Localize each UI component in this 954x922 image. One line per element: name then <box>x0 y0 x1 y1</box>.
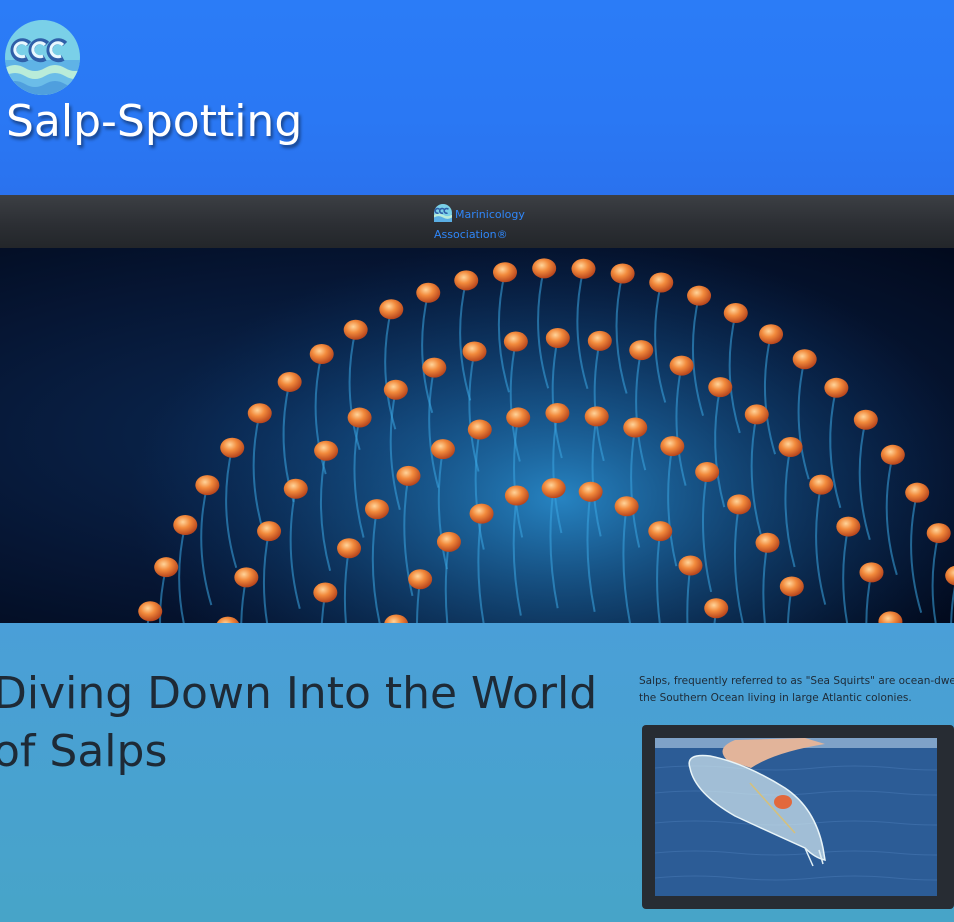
salp-gut-nucleus <box>545 403 570 424</box>
salp-gut-nucleus <box>383 379 408 400</box>
salp-gut-nucleus <box>695 461 720 482</box>
salp-gut-nucleus <box>436 531 461 552</box>
salp-gut-nucleus <box>532 258 557 279</box>
navbar-brand-link[interactable]: Marinicology Association® <box>434 204 554 245</box>
salp-gut-nucleus <box>379 299 404 320</box>
salp-gut-nucleus <box>313 582 338 603</box>
navbar: Marinicology Association® <box>0 195 954 248</box>
salp-gut-nucleus <box>859 562 884 583</box>
salp-gut-nucleus <box>247 403 272 424</box>
salp-gut-nucleus <box>283 478 308 499</box>
salp-gut-nucleus <box>809 474 834 495</box>
main-content: Diving Down Into the World of Salps Salp… <box>0 623 954 922</box>
salp-chain-photo <box>130 248 954 623</box>
salp-gut-nucleus <box>669 355 694 376</box>
salp-gut-nucleus <box>195 475 220 496</box>
salp-gut-nucleus <box>364 499 389 520</box>
salp-gut-nucleus <box>220 437 245 458</box>
salp-gut-nucleus <box>853 409 878 430</box>
salp-gut-nucleus <box>343 319 368 340</box>
salp-gut-nucleus <box>138 601 163 622</box>
salp-gut-nucleus <box>173 514 198 535</box>
salp-gut-nucleus <box>541 478 566 499</box>
salp-gut-nucleus <box>779 576 804 597</box>
salp-gut-nucleus <box>416 282 441 303</box>
salp-gut-nucleus <box>430 439 455 460</box>
salp-photo-illustration <box>655 738 937 896</box>
salp-gut-nucleus <box>905 482 930 503</box>
salp-gut-nucleus <box>337 538 362 559</box>
salp-gut-nucleus <box>649 272 674 293</box>
salp-gut-nucleus <box>610 263 635 284</box>
salp-gut-nucleus <box>623 417 648 438</box>
photo-card <box>642 725 954 909</box>
salp-gut-nucleus <box>759 324 784 345</box>
salp-gut-nucleus <box>578 481 603 502</box>
salp-gut-nucleus <box>744 404 769 425</box>
salp-gut-nucleus <box>504 485 529 506</box>
waves-logo-icon <box>434 204 452 222</box>
salp-gut-nucleus <box>545 328 570 349</box>
salp-gut-nucleus <box>926 523 951 544</box>
salp-gut-nucleus <box>571 258 596 279</box>
intro-line-1: Salps, frequently referred to as "Sea Sq… <box>639 675 954 687</box>
salp-gut-nucleus <box>347 407 372 428</box>
salp-gut-nucleus <box>503 331 528 352</box>
salp-gut-nucleus <box>824 377 849 398</box>
salp-gut-nucleus <box>469 503 494 524</box>
salp-gut-nucleus <box>704 598 729 619</box>
salp-gut-nucleus <box>314 440 339 461</box>
salp-gut-nucleus <box>629 340 654 361</box>
salp-gut-nucleus <box>660 436 685 457</box>
salp-gut-nucleus <box>257 521 282 542</box>
salp-gut-nucleus <box>687 285 712 306</box>
salp-gut-nucleus <box>467 419 492 440</box>
salp-gut-nucleus <box>614 496 639 517</box>
page-headline: Diving Down Into the World of Salps <box>0 668 598 777</box>
site-title: Salp-Spotting <box>6 96 303 147</box>
salp-gut-nucleus <box>836 516 861 537</box>
hero-image <box>0 248 954 623</box>
salp-gut-nucleus <box>454 270 479 291</box>
intro-paragraph: Salps, frequently referred to as "Sea Sq… <box>639 673 954 707</box>
salp-gut-nucleus <box>727 494 752 515</box>
hand-holding-salp-photo <box>655 738 937 896</box>
salp-gut-nucleus <box>755 532 780 553</box>
salp-gut-nucleus <box>309 344 334 365</box>
site-header: Salp-Spotting <box>0 0 954 195</box>
salp-gut-nucleus <box>154 557 179 578</box>
salp-gut-nucleus <box>678 555 703 576</box>
salp-gut-nucleus <box>396 465 421 486</box>
salp-gut-nucleus <box>234 567 259 588</box>
salp-gut-nucleus <box>492 262 517 283</box>
salp-gut-nucleus <box>723 302 748 323</box>
intro-line-2: the Southern Ocean living in large Atlan… <box>639 692 912 704</box>
salp-gut-nucleus <box>584 406 609 427</box>
salp-gut-nucleus <box>792 349 817 370</box>
salp-gut-nucleus <box>277 371 302 392</box>
salp-gut-nucleus <box>778 437 803 458</box>
waves-logo-icon[interactable] <box>5 20 80 95</box>
salp-gut-nucleus <box>708 377 733 398</box>
salp-gut-nucleus <box>422 357 447 378</box>
salp-gut-nucleus <box>462 341 487 362</box>
salp-gut-nucleus <box>648 521 673 542</box>
salp-gut-nucleus <box>880 444 905 465</box>
salp-gut-nucleus <box>408 569 433 590</box>
salp-gut-nucleus <box>506 407 531 428</box>
salp-gut-nucleus <box>587 330 612 351</box>
